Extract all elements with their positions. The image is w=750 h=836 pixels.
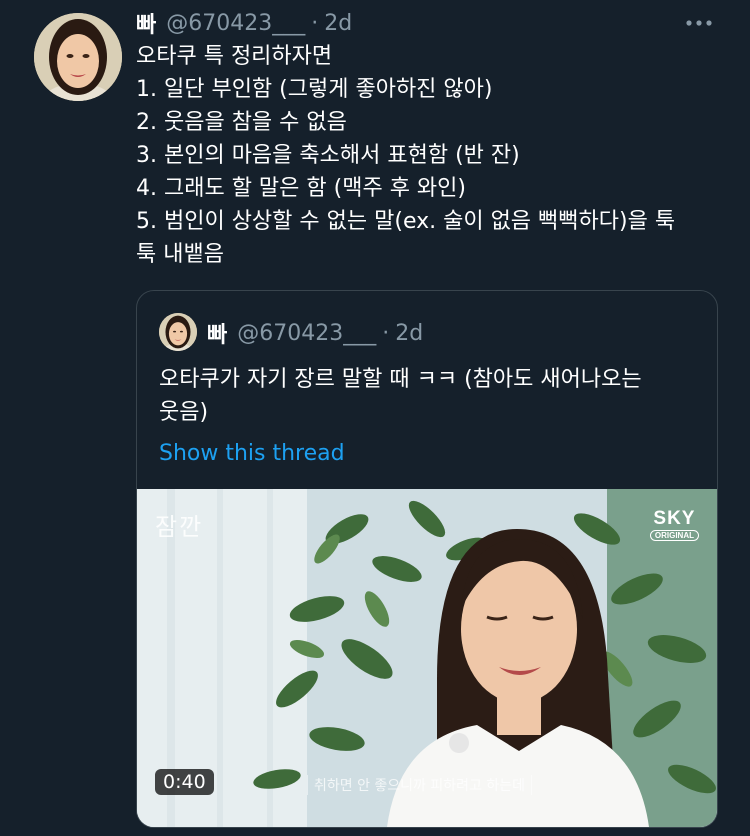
separator-dot: ·	[311, 10, 319, 36]
channel-logo: SKY ORIGINAL	[649, 508, 699, 541]
quoted-avatar[interactable]	[159, 313, 197, 351]
quoted-tweet-header: 빠 @670423___ · 2d	[207, 317, 423, 349]
quoted-tweet-text: 오타쿠가 자기 장르 말할 때 ㅋㅋ (참아도 새어나오는 웃음)	[159, 363, 699, 429]
video-overlay-text: 잠깐	[155, 513, 204, 541]
quoted-tweet[interactable]: 빠 @670423___ · 2d 오타쿠가 자기 장르 말할 때 ㅋㅋ (참아…	[136, 290, 718, 828]
tweet-text-line: 4. 그래도 할 말은 함 (맥주 후 와인)	[136, 176, 466, 201]
tweet-text-line: 오타쿠 특 정리하자면	[136, 44, 333, 69]
tweet-text-line: 2. 웃음을 참을 수 없음	[136, 110, 347, 135]
more-horizontal-icon	[686, 20, 712, 26]
tweet-text: 오타쿠 특 정리하자면 1. 일단 부인함 (그렇게 좋아하진 않아) 2. 웃…	[136, 40, 726, 271]
tweet-text-line: 5. 범인이 상상할 수 없는 말(ex. 술이 없음 뻑뻑하다)을 툭	[136, 209, 676, 234]
tweet-time[interactable]: 2d	[324, 11, 352, 36]
tweet-header: 빠 @670423___ · 2d	[136, 7, 352, 39]
video-player[interactable]: 잠깐 SKY ORIGINAL 0:40 취하면 안 좋으니까 피하려고 하는데	[137, 489, 717, 827]
tweet-text-line: 툭 내뱉음	[136, 242, 224, 267]
avatar[interactable]	[34, 13, 122, 101]
quoted-text-line: 오타쿠가 자기 장르 말할 때 ㅋㅋ (참아도 새어나오는	[159, 367, 642, 392]
quoted-avatar-image	[159, 313, 197, 351]
quoted-display-name: 빠	[207, 323, 228, 348]
quoted-user-handle: @670423___	[237, 320, 377, 346]
channel-logo-word: SKY	[653, 508, 696, 529]
tweet: 빠 @670423___ · 2d 오타쿠 특 정리하자면 1. 일단 부인함 …	[0, 0, 750, 836]
display-name[interactable]: 빠	[136, 7, 156, 39]
quoted-tweet-time: 2d	[395, 320, 424, 346]
tweet-text-line: 3. 본인의 마음을 축소해서 표현함 (반 잔)	[136, 143, 520, 168]
video-duration-badge: 0:40	[155, 769, 214, 795]
user-handle[interactable]: @670423___	[166, 11, 305, 36]
show-thread-link[interactable]: Show this thread	[159, 441, 345, 466]
avatar-image	[34, 13, 122, 101]
video-subtitle: 취하면 안 좋으니까 피하려고 하는데	[307, 775, 532, 795]
quoted-text-line: 웃음)	[159, 400, 209, 425]
quoted-separator-dot: ·	[382, 320, 390, 346]
more-options-button[interactable]	[682, 10, 716, 36]
channel-logo-sub: ORIGINAL	[649, 530, 699, 541]
tweet-text-line: 1. 일단 부인함 (그렇게 좋아하진 않아)	[136, 77, 493, 102]
